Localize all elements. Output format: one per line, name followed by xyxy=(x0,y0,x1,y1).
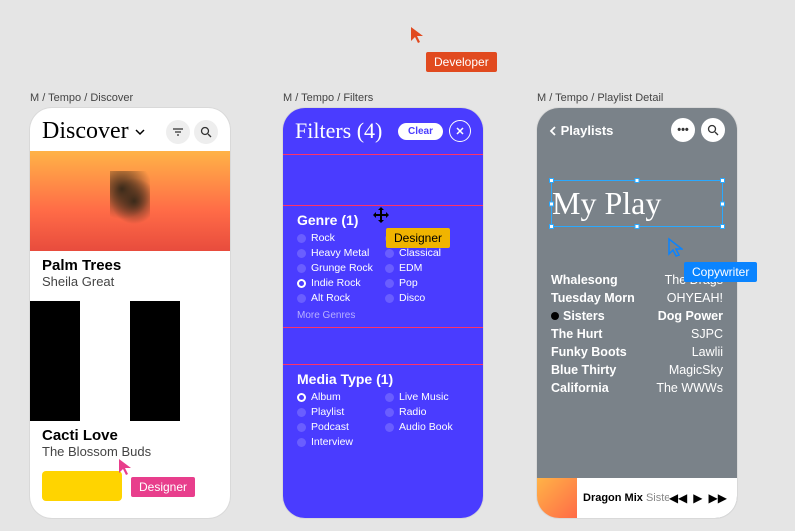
back-label: Playlists xyxy=(561,123,614,138)
track-row[interactable]: Tuesday MornOHYEAH! xyxy=(551,289,723,307)
next-button[interactable]: ▶▶ xyxy=(709,491,727,505)
now-playing-text: Dragon Mix Sisters xyxy=(577,492,669,504)
playlist-title-text: My Play xyxy=(552,185,661,221)
user-tag-designer: Designer xyxy=(131,477,195,497)
genre-options: Rock Ambient Heavy Metal Classical Grung… xyxy=(283,232,483,304)
page-title: Filters (4) xyxy=(295,118,392,144)
radio-option-selected[interactable]: Indie Rock xyxy=(297,277,381,289)
play-button[interactable]: ▶ xyxy=(693,491,702,505)
frame-playlist[interactable]: Playlists ••• My Play WhalesongThe Drags… xyxy=(537,108,737,518)
playlist-title-editing[interactable]: My Play xyxy=(551,180,723,227)
radio-option[interactable]: Heavy Metal xyxy=(297,247,381,259)
radio-option[interactable]: Alt Rock xyxy=(297,292,381,304)
media-options: Album Live Music Playlist Radio Podcast … xyxy=(283,391,483,448)
more-button[interactable]: ••• xyxy=(671,118,695,142)
selection-handle[interactable] xyxy=(635,178,640,183)
radio-option[interactable]: Pop xyxy=(385,277,469,289)
radio-option-selected[interactable]: Album xyxy=(297,391,381,403)
search-icon xyxy=(200,126,212,138)
track-row[interactable]: Funky BootsLawlii xyxy=(551,343,723,361)
track-row[interactable]: The HurtSJPC xyxy=(551,325,723,343)
album-art xyxy=(30,301,230,421)
back-button[interactable]: Playlists xyxy=(549,123,665,138)
radio-option[interactable]: Audio Book xyxy=(385,421,469,433)
radio-option[interactable]: Rock xyxy=(297,232,381,244)
selection-handle[interactable] xyxy=(549,224,554,229)
radio-option[interactable]: Grunge Rock xyxy=(297,262,381,274)
frame-label: M / Tempo / Discover xyxy=(30,92,133,104)
search-button[interactable] xyxy=(701,118,725,142)
search-button[interactable] xyxy=(194,120,218,144)
close-button[interactable] xyxy=(449,120,471,142)
radio-option[interactable]: EDM xyxy=(385,262,469,274)
page-title[interactable]: Discover xyxy=(42,118,162,145)
playing-indicator-icon xyxy=(551,312,559,320)
user-tag-developer: Developer xyxy=(426,52,497,72)
previous-button[interactable]: ◀◀ xyxy=(669,491,687,505)
radio-option[interactable]: Classical xyxy=(385,247,469,259)
chevron-left-icon xyxy=(549,126,557,136)
track-row-playing[interactable]: SistersDog Power xyxy=(551,307,723,325)
discover-title-text: Discover xyxy=(42,118,129,145)
filter-button[interactable] xyxy=(166,120,190,144)
filter-icon xyxy=(172,126,184,138)
album-title: Cacti Love xyxy=(30,421,230,444)
album-card[interactable]: Palm Trees Sheila Great xyxy=(30,151,230,301)
track-list: WhalesongThe Drags Tuesday MornOHYEAH! S… xyxy=(537,227,737,397)
selection-handle[interactable] xyxy=(720,224,725,229)
album-title: Palm Trees xyxy=(30,251,230,274)
frame-label: M / Tempo / Filters xyxy=(283,92,373,104)
radio-option[interactable]: Podcast xyxy=(297,421,381,433)
selection-handle[interactable] xyxy=(549,178,554,183)
user-tag-copywriter: Copywriter xyxy=(684,262,757,282)
user-tag-designer: Designer xyxy=(386,228,450,248)
radio-option[interactable]: Playlist xyxy=(297,406,381,418)
clear-button[interactable]: Clear xyxy=(398,123,443,140)
album-card[interactable]: Cacti Love The Blossom Buds xyxy=(30,301,230,471)
track-row[interactable]: Blue ThirtyMagicSky xyxy=(551,361,723,379)
frame-filters[interactable]: Filters (4) Clear Genre (1) Rock Ambient… xyxy=(283,108,483,518)
track-row[interactable]: CaliforniaThe WWWs xyxy=(551,379,723,397)
radio-option[interactable]: Interview xyxy=(297,436,381,448)
ellipsis-icon: ••• xyxy=(677,124,689,136)
move-cursor-icon xyxy=(371,205,391,230)
album-art-partial xyxy=(42,471,122,501)
close-icon xyxy=(455,126,465,136)
radio-option[interactable]: Radio xyxy=(385,406,469,418)
more-genres-link[interactable]: More Genres xyxy=(283,304,483,327)
album-artist: Sheila Great xyxy=(30,274,230,295)
section-heading-media: Media Type (1) xyxy=(283,365,483,391)
now-playing-art xyxy=(537,478,577,518)
radio-option[interactable]: Live Music xyxy=(385,391,469,403)
chevron-down-icon xyxy=(133,125,147,139)
frame-label: M / Tempo / Playlist Detail xyxy=(537,92,663,104)
selection-handle[interactable] xyxy=(635,224,640,229)
frame-discover[interactable]: Discover Palm Trees Sheila Great Cacti L… xyxy=(30,108,230,518)
now-playing-bar[interactable]: Dragon Mix Sisters ◀◀ ▶ ▶▶ xyxy=(537,478,737,518)
radio-option[interactable]: Disco xyxy=(385,292,469,304)
selection-handle[interactable] xyxy=(720,201,725,206)
selection-handle[interactable] xyxy=(720,178,725,183)
selection-handle[interactable] xyxy=(549,201,554,206)
album-art xyxy=(30,151,230,251)
search-icon xyxy=(707,124,719,136)
